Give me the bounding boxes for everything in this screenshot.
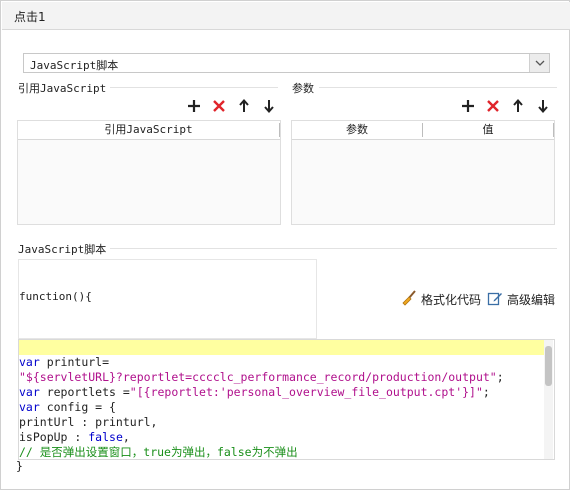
params-toolbar [460, 98, 551, 114]
function-header: function(){ [19, 290, 92, 303]
code-line: "${servletURL}?reportlet=cccclc_performa… [19, 370, 504, 384]
vertical-scrollbar[interactable] [544, 340, 553, 459]
move-up-icon[interactable] [510, 98, 526, 114]
table-header: 引用JavaScript [18, 121, 280, 140]
move-down-icon[interactable] [261, 98, 277, 114]
move-up-icon[interactable] [236, 98, 252, 114]
dialog: 点击1 JavaScript脚本 引用JavaScript 参数 引用JavaS… [0, 0, 570, 490]
divider [104, 248, 557, 249]
column-header[interactable]: 引用JavaScript [18, 123, 280, 137]
broom-icon [401, 290, 417, 309]
add-icon[interactable] [186, 98, 202, 114]
script-section-label: JavaScript脚本 [18, 241, 111, 257]
code-editor[interactable]: var printurl= "${servletURL}?reportlet=c… [18, 339, 555, 460]
ref-js-label: 引用JavaScript [18, 80, 111, 96]
ref-js-toolbar [186, 98, 277, 114]
code-line: isPopUp : false, [19, 430, 130, 444]
column-header[interactable]: 参数 [292, 123, 423, 137]
dialog-title: 点击1 [2, 2, 570, 30]
script-type-value: JavaScript脚本 [30, 59, 119, 72]
scrollbar-thumb[interactable] [545, 346, 552, 386]
add-icon[interactable] [460, 98, 476, 114]
delete-icon[interactable] [211, 98, 227, 114]
format-code-button[interactable]: 格式化代码 [401, 290, 481, 309]
format-code-label: 格式化代码 [421, 293, 482, 307]
ref-js-table[interactable]: 引用JavaScript [17, 120, 281, 225]
column-header[interactable]: 值 [423, 123, 554, 137]
move-down-icon[interactable] [535, 98, 551, 114]
code-line: var printurl= [19, 355, 110, 369]
current-line-highlight [19, 340, 544, 355]
code-comment-line: // 是否弹出设置窗口，true为弹出，false为不弹出 [19, 445, 298, 459]
advanced-edit-button[interactable]: 高级编辑 [487, 290, 555, 309]
divider [101, 87, 278, 88]
code-line: var config = { [19, 400, 116, 414]
delete-icon[interactable] [485, 98, 501, 114]
table-header: 参数 值 [292, 121, 554, 140]
advanced-edit-label: 高级编辑 [507, 293, 556, 307]
function-footer: } [16, 459, 23, 473]
params-table[interactable]: 参数 值 [291, 120, 555, 225]
script-type-select[interactable]: JavaScript脚本 [23, 53, 550, 73]
params-label: 参数 [292, 80, 318, 96]
chevron-down-icon[interactable] [529, 54, 549, 72]
edit-icon [487, 290, 503, 309]
code-line: printUrl : printurl, [19, 415, 158, 429]
divider [319, 87, 557, 88]
function-header-box: function(){ [18, 259, 317, 339]
code-line: var reportlets ="[{reportlet:'personal_o… [19, 385, 490, 399]
